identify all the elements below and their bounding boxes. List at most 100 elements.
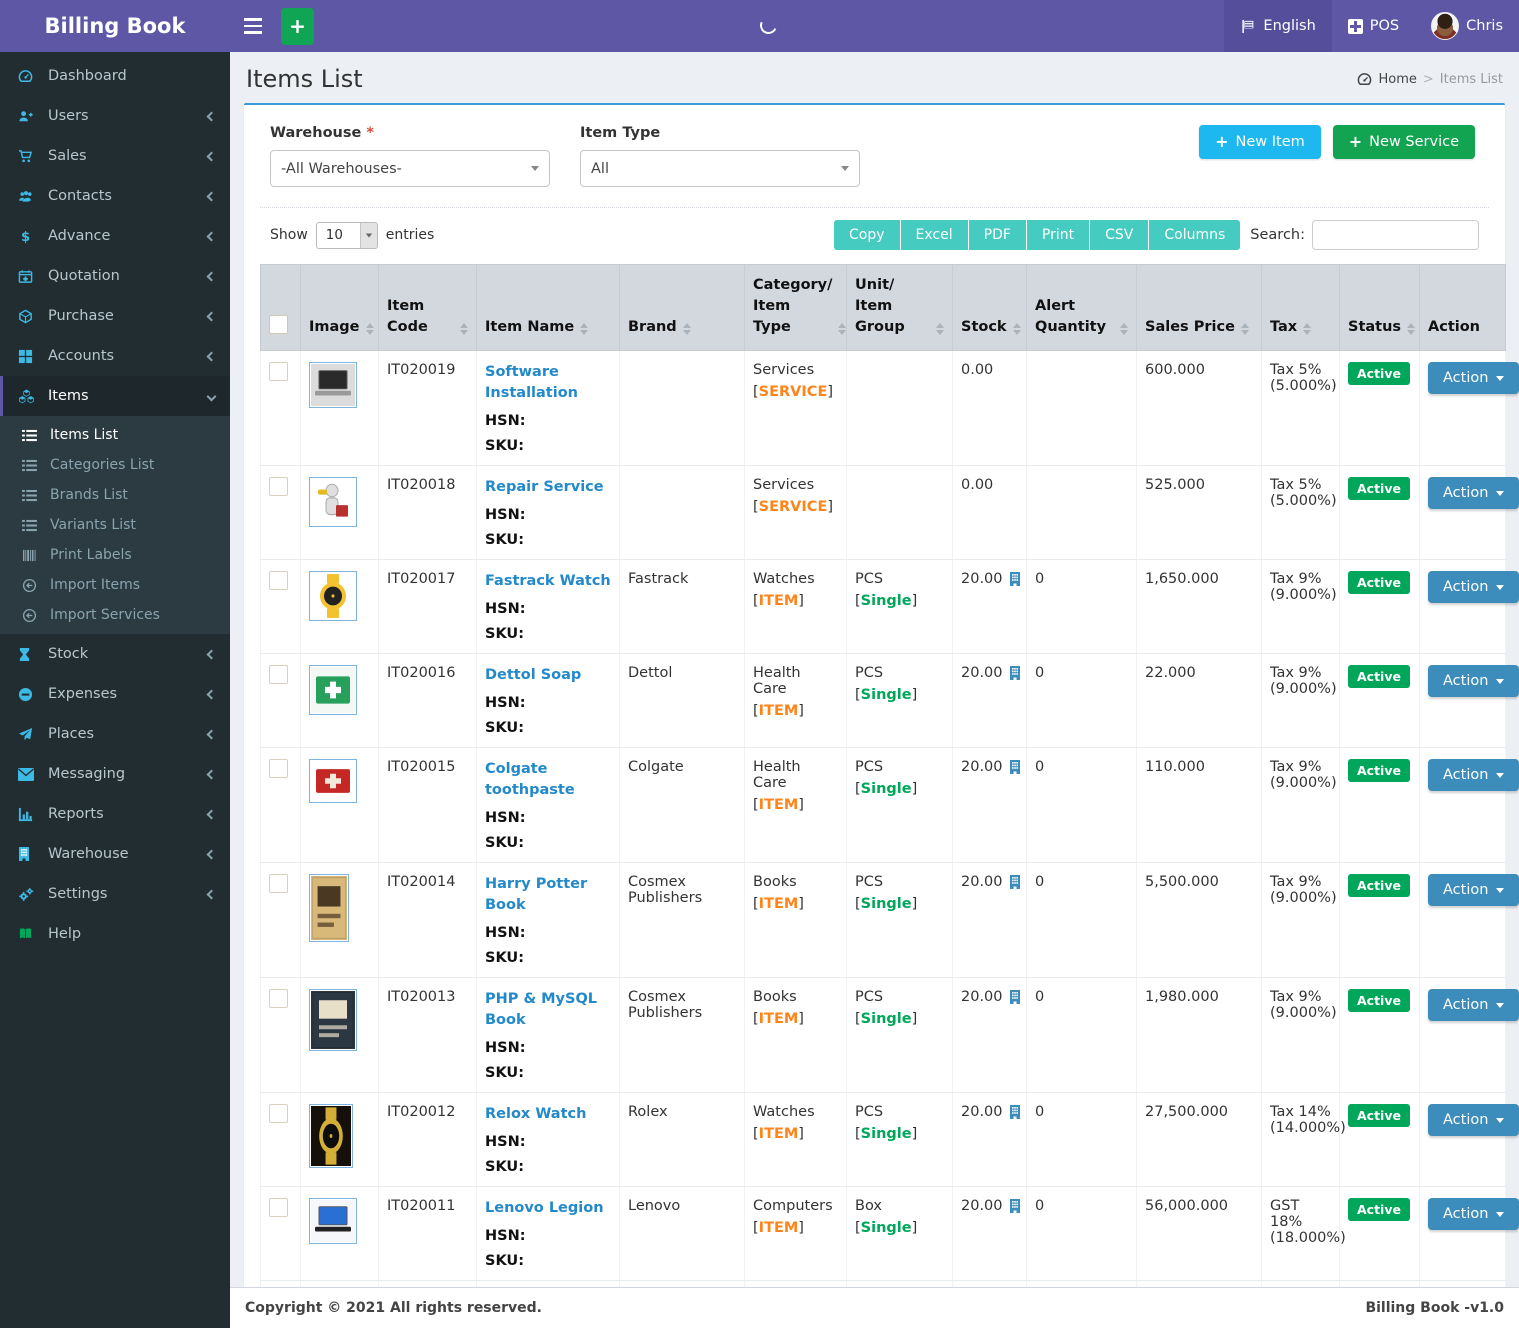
sidebar-subitem-import-services[interactable]: Import Services <box>0 600 230 630</box>
item-name-link[interactable]: Lenovo Legion <box>485 1198 604 1219</box>
warehouse-stock-icon[interactable] <box>1009 666 1021 681</box>
item-name-link[interactable]: Colgate toothpaste <box>485 759 611 801</box>
sidebar-subitem-import-items[interactable]: Import Items <box>0 570 230 600</box>
row-checkbox[interactable] <box>269 477 288 497</box>
sidebar-subitem-brands-list[interactable]: Brands List <box>0 480 230 510</box>
sidebar-item-help[interactable]: Help <box>0 914 230 954</box>
sidebar-item-accounts[interactable]: Accounts <box>0 336 230 376</box>
sort-icon[interactable] <box>1240 323 1249 338</box>
item-type-select[interactable]: All <box>580 150 860 187</box>
action-dropdown-button[interactable]: Action <box>1428 362 1519 395</box>
column-header[interactable]: Action <box>1419 263 1506 352</box>
warehouse-select[interactable]: -All Warehouses- <box>270 150 550 187</box>
export-button[interactable]: Copy <box>834 220 900 250</box>
action-dropdown-button[interactable]: Action <box>1428 989 1519 1022</box>
sidebar-subitem-categories-list[interactable]: Categories List <box>0 450 230 480</box>
sort-icon[interactable] <box>460 323 468 338</box>
row-checkbox[interactable] <box>269 1104 288 1124</box>
sidebar-item-advance[interactable]: $ Advance <box>0 216 230 256</box>
page-size-select[interactable]: 10 <box>315 221 378 249</box>
sidebar-subitem-items-list[interactable]: Items List <box>0 420 230 450</box>
row-checkbox[interactable] <box>269 362 288 382</box>
item-name-link[interactable]: Harry Potter Book <box>485 874 611 916</box>
sidebar-item-places[interactable]: Places <box>0 714 230 754</box>
column-header[interactable]: Sales Price <box>1136 263 1262 352</box>
sidebar-item-items[interactable]: Items <box>0 376 230 416</box>
export-button[interactable]: Excel <box>900 220 968 250</box>
new-service-button[interactable]: + New Service <box>1332 125 1475 159</box>
new-item-button[interactable]: + New Item <box>1199 125 1321 159</box>
row-checkbox[interactable] <box>269 571 288 591</box>
row-checkbox[interactable] <box>269 665 288 685</box>
row-checkbox[interactable] <box>269 874 288 894</box>
warehouse-stock-icon[interactable] <box>1009 572 1021 587</box>
breadcrumb-home[interactable]: Home <box>1378 72 1416 87</box>
sidebar-subitem-print-labels[interactable]: Print Labels <box>0 540 230 570</box>
action-dropdown-button[interactable]: Action <box>1428 1104 1519 1137</box>
export-button[interactable]: PDF <box>968 220 1026 250</box>
warehouse-stock-icon[interactable] <box>1009 760 1021 775</box>
export-button[interactable]: CSV <box>1090 220 1149 250</box>
export-button[interactable]: Print <box>1026 220 1090 250</box>
action-dropdown-button[interactable]: Action <box>1428 665 1519 698</box>
column-header[interactable]: Image <box>300 263 379 352</box>
sidebar-item-messaging[interactable]: Messaging <box>0 754 230 794</box>
sort-icon[interactable] <box>838 323 847 338</box>
column-header[interactable]: Stock <box>952 263 1027 352</box>
sidebar-item-expenses[interactable]: Expenses <box>0 674 230 714</box>
quick-add-button[interactable]: + <box>281 7 314 45</box>
app-brand[interactable]: Billing Book <box>0 0 230 52</box>
warehouse-stock-icon[interactable] <box>1009 990 1021 1005</box>
sidebar-item-contacts[interactable]: Contacts <box>0 176 230 216</box>
item-name-link[interactable]: Relox Watch <box>485 1104 586 1125</box>
language-menu[interactable]: English <box>1224 0 1332 52</box>
column-header[interactable]: Item Code <box>378 263 477 352</box>
action-dropdown-button[interactable]: Action <box>1428 759 1519 792</box>
row-checkbox[interactable] <box>269 1198 288 1218</box>
sort-icon[interactable] <box>1303 323 1312 338</box>
sort-icon[interactable] <box>682 323 691 338</box>
column-header[interactable]: Item Name <box>476 263 620 352</box>
action-dropdown-button[interactable]: Action <box>1428 571 1519 604</box>
column-header[interactable]: Alert Quantity <box>1026 263 1137 352</box>
sidebar-item-sales[interactable]: Sales <box>0 136 230 176</box>
export-button[interactable]: Columns <box>1149 220 1241 250</box>
sidebar-item-purchase[interactable]: Purchase <box>0 296 230 336</box>
item-name-link[interactable]: Repair Service <box>485 477 604 498</box>
action-dropdown-button[interactable]: Action <box>1428 1198 1519 1231</box>
sidebar-item-stock[interactable]: Stock <box>0 634 230 674</box>
sidebar-subitem-variants-list[interactable]: Variants List <box>0 510 230 540</box>
row-checkbox[interactable] <box>269 989 288 1009</box>
sort-icon[interactable] <box>1120 323 1128 338</box>
sidebar-item-dashboard[interactable]: Dashboard <box>0 56 230 96</box>
sidebar-item-reports[interactable]: Reports <box>0 794 230 834</box>
column-header[interactable]: Status <box>1339 263 1420 352</box>
sidebar-item-users[interactable]: Users <box>0 96 230 136</box>
sidebar-item-settings[interactable]: Settings <box>0 874 230 914</box>
column-header[interactable]: Category/ Item Type <box>744 263 847 352</box>
sidebar-toggle-button[interactable] <box>230 0 275 52</box>
sort-icon[interactable] <box>936 323 944 338</box>
sidebar-item-quotation[interactable]: Quotation <box>0 256 230 296</box>
search-input[interactable] <box>1312 220 1479 250</box>
sidebar-item-warehouse[interactable]: Warehouse <box>0 834 230 874</box>
sort-icon[interactable] <box>580 323 589 338</box>
warehouse-stock-icon[interactable] <box>1009 1199 1021 1214</box>
action-dropdown-button[interactable]: Action <box>1428 477 1519 510</box>
column-header[interactable]: Tax <box>1261 263 1340 352</box>
item-name-link[interactable]: Dettol Soap <box>485 665 581 686</box>
column-header[interactable]: Unit/ Item Group <box>846 263 953 352</box>
select-all-checkbox[interactable] <box>269 315 288 335</box>
item-name-link[interactable]: PHP & MySQL Book <box>485 989 611 1031</box>
item-name-link[interactable]: Software Installation <box>485 362 611 404</box>
user-menu[interactable]: Chris <box>1415 0 1519 52</box>
row-checkbox[interactable] <box>269 759 288 779</box>
column-header[interactable]: Brand <box>619 263 745 352</box>
sort-icon[interactable] <box>1012 323 1021 338</box>
sort-icon[interactable] <box>1407 323 1416 338</box>
warehouse-stock-icon[interactable] <box>1009 875 1021 890</box>
sort-icon[interactable] <box>365 323 374 338</box>
pos-button[interactable]: POS <box>1332 0 1415 52</box>
warehouse-stock-icon[interactable] <box>1009 1105 1021 1120</box>
item-name-link[interactable]: Fastrack Watch <box>485 571 611 592</box>
